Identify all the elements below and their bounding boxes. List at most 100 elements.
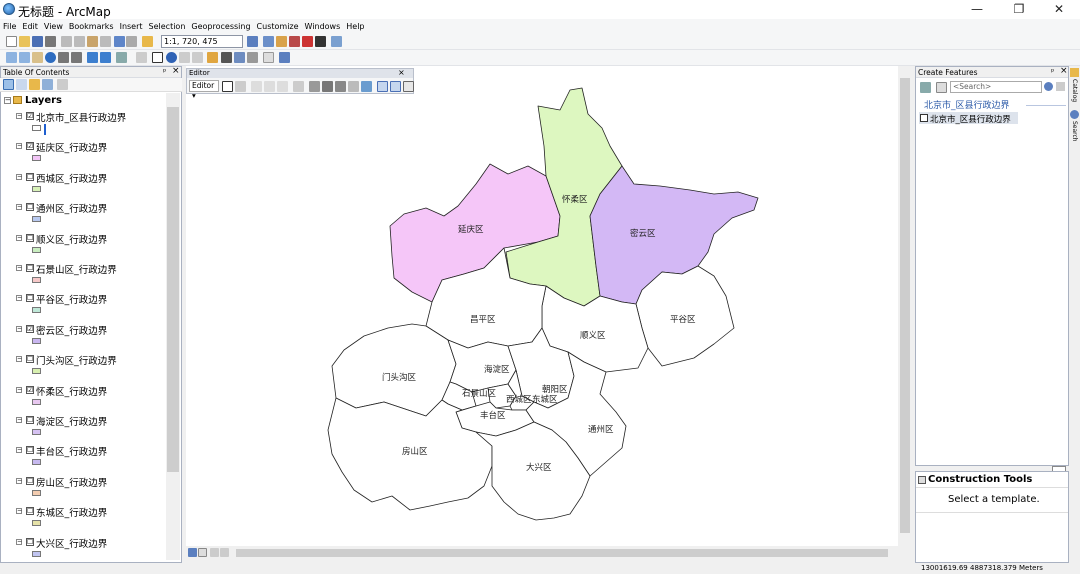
create-features-close-icon[interactable]: × bbox=[1060, 66, 1068, 76]
template-search-input[interactable]: <Search> bbox=[950, 81, 1042, 93]
layer-visibility-checkbox[interactable]: ☐ bbox=[26, 294, 34, 303]
layer-expand-toggle[interactable]: − bbox=[16, 508, 22, 515]
layer-visibility-checkbox[interactable]: ☐ bbox=[26, 537, 34, 546]
go-to-xy-icon[interactable] bbox=[247, 52, 258, 63]
layer-expand-toggle[interactable]: − bbox=[16, 234, 22, 241]
toc-pin-icon[interactable]: ᵖ bbox=[163, 67, 166, 76]
layer-expand-toggle[interactable]: − bbox=[16, 143, 22, 150]
close-button[interactable]: ✕ bbox=[1036, 0, 1080, 19]
edit-vertices-icon[interactable] bbox=[309, 81, 320, 92]
arctoolbox-icon[interactable] bbox=[302, 36, 313, 47]
search-tab[interactable]: Search bbox=[1071, 121, 1078, 142]
find-route-icon[interactable] bbox=[234, 52, 245, 63]
layer-name[interactable]: 顺义区_行政边界 bbox=[36, 232, 107, 246]
refresh-icon[interactable] bbox=[210, 548, 219, 557]
layer-name[interactable]: 通州区_行政边界 bbox=[36, 201, 107, 215]
layers-root-label[interactable]: Layers bbox=[25, 95, 62, 106]
map-horizontal-thumb[interactable] bbox=[236, 549, 888, 557]
layer-name[interactable]: 平谷区_行政边界 bbox=[36, 292, 107, 306]
split-tool-icon[interactable] bbox=[348, 81, 359, 92]
minimize-button[interactable]: — bbox=[954, 0, 1000, 19]
menu-customize[interactable]: Customize bbox=[254, 19, 302, 34]
layer-expand-toggle[interactable]: − bbox=[16, 204, 22, 211]
layer-symbol-swatch[interactable] bbox=[32, 185, 41, 192]
open-folder-icon[interactable] bbox=[19, 36, 30, 47]
layer-name[interactable]: 房山区_行政边界 bbox=[36, 475, 107, 489]
edit-annotation-icon[interactable] bbox=[235, 81, 246, 92]
layers-collapse-toggle[interactable]: − bbox=[4, 97, 11, 104]
layer-visibility-checkbox[interactable]: ☐ bbox=[26, 355, 34, 364]
menu-file[interactable]: File bbox=[0, 19, 19, 34]
edit-tool-icon[interactable] bbox=[222, 81, 233, 92]
filter-templates-icon[interactable] bbox=[936, 82, 947, 93]
toc-options-icon[interactable] bbox=[57, 79, 68, 90]
data-view-icon[interactable] bbox=[188, 548, 197, 557]
catalog-window-icon[interactable] bbox=[276, 36, 287, 47]
layer-name[interactable]: 西城区_行政边界 bbox=[36, 171, 107, 185]
model-builder-icon[interactable] bbox=[331, 36, 342, 47]
straight-segment-icon[interactable] bbox=[251, 81, 262, 92]
delete-icon[interactable] bbox=[100, 36, 111, 47]
layer-visibility-checkbox[interactable]: ☑ bbox=[26, 142, 34, 151]
end-point-arc-icon[interactable] bbox=[264, 81, 275, 92]
cut-polygons-icon[interactable] bbox=[335, 81, 346, 92]
menu-view[interactable]: View bbox=[41, 19, 66, 34]
print-icon[interactable] bbox=[45, 36, 56, 47]
measure-icon[interactable] bbox=[207, 52, 218, 63]
toc-layer-tongzhou[interactable]: − ☐ 通州区_行政边界 bbox=[0, 201, 166, 231]
layout-view-icon[interactable] bbox=[198, 548, 207, 557]
layer-name[interactable]: 大兴区_行政边界 bbox=[36, 536, 107, 550]
zoom-out-icon[interactable] bbox=[19, 52, 30, 63]
layer-visibility-checkbox[interactable]: ☐ bbox=[26, 446, 34, 455]
layer-visibility-checkbox[interactable]: ☐ bbox=[26, 203, 34, 212]
create-features-window-icon[interactable] bbox=[403, 81, 414, 92]
select-elements-icon[interactable] bbox=[152, 52, 163, 63]
layer-visibility-checkbox[interactable]: ☐ bbox=[26, 476, 34, 485]
menu-bookmarks[interactable]: Bookmarks bbox=[66, 19, 117, 34]
pause-drawing-icon[interactable] bbox=[220, 548, 229, 557]
rotate-icon[interactable] bbox=[361, 81, 372, 92]
layer-expand-toggle[interactable]: − bbox=[16, 417, 22, 423]
editor-toolbar-close-icon[interactable]: × bbox=[398, 68, 405, 77]
map-scale-select[interactable]: 1:1, 720, 475 bbox=[161, 35, 243, 48]
time-slider-icon[interactable] bbox=[263, 52, 274, 63]
add-data-icon[interactable] bbox=[142, 36, 153, 47]
editor-menu-button[interactable]: Editor ▾ bbox=[189, 80, 219, 100]
toolbox-icon[interactable] bbox=[289, 36, 300, 47]
html-popup-icon[interactable] bbox=[192, 52, 203, 63]
toc-layer-beijing[interactable]: − ☑ 北京市_区县行政边界 bbox=[0, 110, 166, 140]
zoom-in-icon[interactable] bbox=[6, 52, 17, 63]
toc-layer-shunyi[interactable]: − ☐ 顺义区_行政边界 bbox=[0, 232, 166, 262]
create-features-pin-icon[interactable]: ᵖ bbox=[1051, 67, 1054, 76]
toc-layer-shijingshan[interactable]: − ☐ 石景山区_行政边界 bbox=[0, 262, 166, 292]
list-by-source-icon[interactable] bbox=[16, 79, 27, 90]
map-vertical-scrollbar[interactable] bbox=[898, 66, 912, 546]
toc-layer-fengtai[interactable]: − ☐ 丰台区_行政边界 bbox=[0, 444, 166, 474]
layer-visibility-checkbox[interactable]: ☐ bbox=[26, 233, 34, 242]
menu-selection[interactable]: Selection bbox=[146, 19, 189, 34]
toc-layer-fangshan[interactable]: − ☐ 房山区_行政边界 bbox=[0, 475, 166, 505]
identify-icon[interactable] bbox=[166, 52, 177, 63]
select-features-icon[interactable] bbox=[116, 52, 127, 63]
trace-icon[interactable] bbox=[277, 81, 288, 92]
layer-symbol-swatch[interactable] bbox=[32, 246, 41, 253]
undo-icon[interactable] bbox=[114, 36, 125, 47]
toc-layer-daxing[interactable]: − ☐ 大兴区_行政边界 bbox=[0, 536, 166, 563]
map-canvas[interactable]: 延庆区 怀柔区 密云区 昌平区 顺义区 平谷区 门头沟区 海淀区 朝阳区 石景山… bbox=[186, 66, 912, 546]
clear-search-icon[interactable] bbox=[1056, 82, 1065, 91]
layer-symbol-swatch[interactable] bbox=[32, 307, 41, 314]
layer-symbol-swatch[interactable] bbox=[32, 459, 41, 466]
go-back-icon[interactable] bbox=[87, 52, 98, 63]
fixed-zoom-in-icon[interactable] bbox=[58, 52, 69, 63]
layer-symbol-swatch[interactable] bbox=[32, 550, 41, 557]
list-by-visibility-icon[interactable] bbox=[29, 79, 40, 90]
layer-symbol-swatch[interactable] bbox=[32, 489, 41, 496]
redo-icon[interactable] bbox=[126, 36, 137, 47]
hyperlink-icon[interactable] bbox=[179, 52, 190, 63]
organize-templates-icon[interactable] bbox=[920, 82, 931, 93]
layer-expand-toggle[interactable]: − bbox=[16, 325, 22, 332]
layer-name[interactable]: 石景山区_行政边界 bbox=[36, 262, 117, 276]
toc-layer-pinggu[interactable]: − ☐ 平谷区_行政边界 bbox=[0, 292, 166, 322]
go-forward-icon[interactable] bbox=[100, 52, 111, 63]
fixed-zoom-out-icon[interactable] bbox=[71, 52, 82, 63]
